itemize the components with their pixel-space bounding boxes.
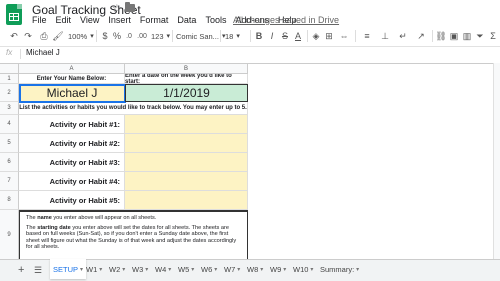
text-rotation-icon[interactable]: ↗ — [414, 29, 428, 43]
functions-icon[interactable]: Σ — [488, 29, 498, 43]
percent-format-button[interactable]: % — [113, 29, 121, 43]
toolbar-divider — [250, 30, 251, 42]
activity-input-3[interactable] — [125, 153, 248, 172]
font-select[interactable]: Comic San... — [176, 29, 225, 43]
spreadsheet-grid: A B 1 Enter Your Name Below: Enter a dat… — [0, 63, 500, 259]
menu-tools[interactable]: Tools — [205, 15, 226, 25]
activity-label-5: Activity or Habit #5: — [19, 191, 125, 210]
formula-bar: fx Michael J — [0, 46, 500, 60]
vertical-align-icon[interactable]: ⊥ — [378, 29, 392, 43]
toolbar-divider — [355, 30, 356, 42]
sheet-tab-setup[interactable]: SETUP ▾ — [50, 259, 87, 279]
insert-link-icon[interactable]: ⛓ — [435, 29, 446, 43]
note-name: The name you enter above will appear on … — [26, 215, 157, 221]
borders-icon[interactable]: ⊞ — [324, 29, 334, 43]
formula-input[interactable]: Michael J — [26, 48, 60, 57]
row-header-4[interactable]: 4 — [0, 115, 19, 134]
sheet-tab-w6[interactable]: W6 ▾ — [198, 260, 220, 278]
sheet-tab-w4[interactable]: W4 ▾ — [152, 260, 174, 278]
row-header-7[interactable]: 7 — [0, 172, 19, 191]
activity-input-2[interactable] — [125, 134, 248, 153]
menu-format[interactable]: Format — [140, 15, 169, 25]
text-color-button[interactable]: A — [293, 29, 303, 43]
row-header-3[interactable]: 3 — [0, 102, 19, 115]
toolbar-divider — [96, 30, 97, 42]
toolbar-divider — [307, 30, 308, 42]
fx-icon: fx — [6, 48, 13, 57]
decrease-decimal-button[interactable]: .0 — [124, 29, 134, 43]
print-icon[interactable]: ⎙ — [38, 29, 50, 43]
note-start-date: The starting date you enter above will s… — [26, 224, 237, 251]
all-sheets-icon[interactable]: ☰ — [34, 265, 42, 276]
add-sheet-icon[interactable]: + — [18, 264, 24, 276]
sheet-tab-w1[interactable]: W1 ▾ — [83, 260, 105, 278]
undo-icon[interactable]: ↶ — [8, 29, 20, 43]
formula-divider — [20, 49, 21, 59]
notes-cell[interactable]: The name you enter above will appear on … — [19, 210, 248, 259]
row-header-9[interactable]: 9 — [0, 210, 19, 259]
cell-b1[interactable]: Enter a date on the week you'd like to s… — [125, 74, 248, 84]
increase-decimal-button[interactable]: .00 — [136, 29, 148, 43]
sheet-tab-w7[interactable]: W7 ▾ — [221, 260, 243, 278]
activity-label-4: Activity or Habit #4: — [19, 172, 125, 191]
cell-a1[interactable]: Enter Your Name Below: — [19, 74, 125, 84]
paint-format-icon[interactable]: 🖌 — [52, 29, 64, 43]
menu-edit[interactable]: Edit — [56, 15, 72, 25]
bold-button[interactable]: B — [254, 29, 264, 43]
folder-icon[interactable] — [125, 2, 135, 12]
insert-chart-icon[interactable]: ▥ — [462, 29, 472, 43]
filter-icon[interactable]: ⏷ — [475, 29, 485, 43]
insert-comment-icon[interactable]: ▣ — [449, 29, 459, 43]
row-header-1[interactable]: 1 — [0, 74, 19, 84]
activity-label-3: Activity or Habit #3: — [19, 153, 125, 172]
row-header-6[interactable]: 6 — [0, 153, 19, 172]
column-header-a[interactable]: A — [19, 64, 125, 74]
menu-insert[interactable]: Insert — [108, 15, 131, 25]
vertical-scrollbar[interactable] — [493, 63, 500, 259]
column-header-b[interactable]: B — [125, 64, 248, 74]
text-wrap-icon[interactable]: ↵ — [396, 29, 410, 43]
toolbar-divider — [220, 30, 221, 42]
menu-data[interactable]: Data — [177, 15, 196, 25]
sheet-tab-w3[interactable]: W3 ▾ — [129, 260, 151, 278]
activity-input-5[interactable] — [125, 191, 248, 210]
merge-cells-icon[interactable]: ⇔ — [337, 29, 351, 43]
instructions-cell[interactable]: List the activities or habits you would … — [19, 102, 248, 115]
sheet-tab-w2[interactable]: W2 ▾ — [106, 260, 128, 278]
toolbar-divider — [432, 30, 433, 42]
sheet-tab-w9[interactable]: W9 ▾ — [267, 260, 289, 278]
star-icon[interactable]: ☆ — [112, 2, 122, 15]
strikethrough-button[interactable]: S — [280, 29, 290, 43]
activity-label-2: Activity or Habit #2: — [19, 134, 125, 153]
saved-status-link[interactable]: All changes saved in Drive — [233, 15, 339, 25]
name-cell[interactable]: Michael J — [19, 84, 125, 102]
currency-format-button[interactable]: $ — [101, 29, 109, 43]
activity-input-4[interactable] — [125, 172, 248, 191]
redo-icon[interactable]: ↷ — [22, 29, 34, 43]
zoom-select[interactable]: 100% — [68, 29, 94, 43]
menu-file[interactable]: File — [32, 15, 47, 25]
horizontal-align-icon[interactable]: ≡ — [360, 29, 374, 43]
sheet-tab-summary[interactable]: Summary: ▾ — [317, 260, 362, 278]
sheet-tab-bar: + ☰ SETUP ▾ W1 ▾ W2 ▾ W3 ▾ W4 ▾ W5 ▾ W6 ▾ W7 ▾ W… — [0, 259, 500, 281]
menu-view[interactable]: View — [80, 15, 99, 25]
toolbar-divider — [172, 30, 173, 42]
select-all-corner[interactable] — [0, 64, 19, 74]
number-format-select[interactable]: 123 — [151, 29, 170, 43]
row-header-5[interactable]: 5 — [0, 134, 19, 153]
activity-input-1[interactable] — [125, 115, 248, 134]
row-header-2[interactable]: 2 — [0, 84, 19, 102]
sheet-tab-w8[interactable]: W8 ▾ — [244, 260, 266, 278]
italic-button[interactable]: I — [267, 29, 277, 43]
fill-color-icon[interactable]: ◈ — [311, 29, 321, 43]
activity-label-1: Activity or Habit #1: — [19, 115, 125, 134]
font-size-select[interactable]: 18 — [225, 29, 240, 43]
start-date-cell[interactable]: 1/1/2019 — [125, 84, 248, 102]
sheet-tab-w10[interactable]: W10 ▾ — [290, 260, 316, 278]
sheets-logo-icon[interactable] — [6, 4, 22, 25]
row-header-8[interactable]: 8 — [0, 191, 19, 210]
sheet-tab-w5[interactable]: W5 ▾ — [175, 260, 197, 278]
